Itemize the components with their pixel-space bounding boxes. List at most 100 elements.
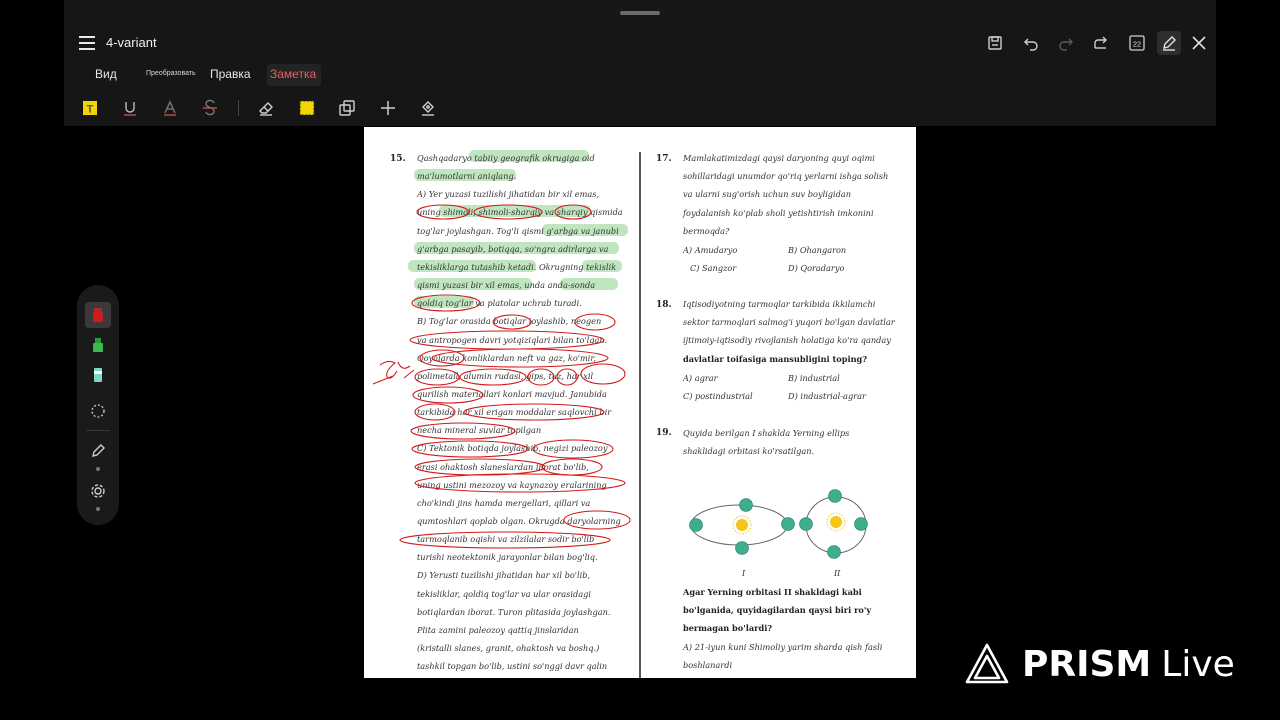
earth-icon <box>854 517 868 531</box>
question-number: 15. <box>390 154 406 164</box>
pencil-icon[interactable] <box>85 438 111 464</box>
text-line: Plita zamini paleozoy qattiq jinslaridan <box>417 624 579 635</box>
figure-label: II <box>834 569 841 578</box>
menu-note[interactable]: Заметка <box>270 67 316 81</box>
answer-option: C) postindustrial <box>683 391 753 401</box>
strikethrough-icon[interactable] <box>200 98 220 118</box>
watermark-text: PRISM Live <box>1022 643 1235 685</box>
answer-option: D) Qoradaryo <box>788 263 845 273</box>
text-line: polimetall, alumin rudasi, gips, tuz, ha… <box>417 370 594 381</box>
earth-icon <box>735 541 749 555</box>
text-line: davlatlar toifasiga mansubligini toping? <box>683 353 868 364</box>
red-pen-icon[interactable] <box>85 302 111 328</box>
add-icon[interactable] <box>378 98 398 118</box>
drag-handle[interactable] <box>620 11 660 15</box>
text-line: Qashqadaryo tabiiy geografik okrugiga oi… <box>417 153 595 163</box>
text-line: D) Yerusti tuzilishi jihatidan har xil b… <box>417 570 591 581</box>
text-line: qismi yuzasi bir xil emas, unda anda-son… <box>417 280 596 291</box>
settings-icon[interactable] <box>85 478 111 504</box>
answer-option: A) Amudaryo <box>683 245 738 255</box>
text-line: uning ustini mezozoy va kaynazoy eralari… <box>417 479 607 490</box>
text-line: botiqlardan iborat. Turon plitasida joyl… <box>417 606 611 617</box>
earth-icon <box>781 517 795 531</box>
eraser-icon[interactable] <box>256 98 276 118</box>
text-line: tog'lar joylashgan. Tog'li qismi g'arbga… <box>417 225 619 236</box>
annotation-toolbar: T <box>64 90 1216 126</box>
earth-icon <box>799 517 813 531</box>
q19-option-line: boshlanardi <box>683 660 733 670</box>
text-line: tarmoqlanib oqishi va zilzilalar sodir b… <box>417 534 595 545</box>
menu-row: Вид Преобразовать Правка Заметка <box>64 62 1216 88</box>
q19-line: shaklidagi orbitasi ko'rsatilgan. <box>683 446 815 456</box>
menu-edit[interactable]: Правка <box>210 67 251 81</box>
share-icon[interactable] <box>1089 31 1113 55</box>
document-title: 4-variant <box>106 35 157 50</box>
text-line: qumtoshlari qoplab olgan. Okrugda daryol… <box>417 516 621 526</box>
answer-option: D) industrial-agrar <box>788 391 866 401</box>
orbit-figure <box>689 489 868 559</box>
svg-text:T: T <box>87 104 94 116</box>
svg-text:22: 22 <box>1133 40 1141 49</box>
page-badge-icon[interactable]: 22 <box>1125 31 1149 55</box>
earth-icon <box>827 545 841 559</box>
question-number: 19. <box>656 428 672 438</box>
text-line: B) Tog'lar orasida botiqlar joylashib, n… <box>417 316 602 327</box>
close-icon[interactable] <box>1187 31 1211 55</box>
highlighter-icon[interactable]: T <box>80 98 100 118</box>
text-line: necha mineral suvlar topilgan <box>417 425 542 436</box>
answer-option: A) agrar <box>683 373 718 383</box>
lasso-icon[interactable] <box>85 398 111 424</box>
text-line: tekisliklar, qoldiq tog'lar va ular oras… <box>417 588 591 599</box>
q19-question-line: bo'lganida, quyidagilardan qaysi biri ro… <box>683 605 872 615</box>
answer-option: B) Ohangaron <box>788 245 847 255</box>
redo-icon[interactable] <box>1054 31 1078 55</box>
text-line: qoldiq tog'lar va platolar uchrab turadi… <box>417 298 582 309</box>
pdf-page[interactable]: 15. Qashqadaryo tabiiy geografik okrugig… <box>364 127 916 678</box>
earth-icon <box>689 518 703 532</box>
text-line: tekisliklarga tutashib ketadi. Okrugning… <box>417 261 617 272</box>
undo-icon[interactable] <box>1019 31 1043 55</box>
answer-option: C) Sangzor <box>690 263 737 273</box>
signature-icon[interactable] <box>418 98 438 118</box>
text-line: foydalanish ko'plab sholi yetishtirish i… <box>683 207 874 218</box>
q19-question-line: bermagan bo'lardi? <box>683 623 773 633</box>
green-pen-icon[interactable] <box>85 332 111 358</box>
save-icon[interactable] <box>983 31 1007 55</box>
q19-question-line: Agar Yerning orbitasi II shakldagi kabi <box>683 587 862 597</box>
text-line: bermoqda? <box>683 225 730 236</box>
settings-more-indicator <box>96 507 100 511</box>
text-color-icon[interactable] <box>160 98 180 118</box>
column-divider <box>639 152 641 678</box>
text-line: ijtimoiy-iqtisodiy rivojlanish holatiga … <box>683 335 891 346</box>
text-line: (kristalli slanes, granit, ohaktosh va b… <box>417 643 600 654</box>
prism-live-watermark: PRISM Live <box>964 642 1235 686</box>
edit-icon[interactable] <box>1157 31 1181 55</box>
text-line: ma'lumotlarni aniqlang. <box>417 171 517 182</box>
menu-convert[interactable]: Преобразовать <box>146 70 196 77</box>
earth-icon <box>739 498 753 512</box>
teal-pen-icon[interactable] <box>85 362 111 388</box>
text-line: sektor tarmoqlari salmog'i yuqori bo'lga… <box>683 317 895 328</box>
toolbar-divider <box>238 100 239 116</box>
earth-icon <box>828 489 842 503</box>
shapes-icon[interactable] <box>337 98 357 118</box>
text-line: Iqtisodiyotning tarmoqlar tarkibida ikki… <box>683 299 876 309</box>
menu-view[interactable]: Вид <box>95 67 117 81</box>
underline-icon[interactable] <box>120 98 140 118</box>
text-line: tarkibida har xil erigan moddalar saqlov… <box>417 407 612 418</box>
question-number: 18. <box>656 300 672 310</box>
hamburger-menu-icon[interactable] <box>77 32 97 54</box>
text-line: Mamlakatimizdagi qaysi daryoning quyi oq… <box>683 153 875 163</box>
q19-line: Quyida berilgan I shaklda Yerning ellips <box>683 428 850 438</box>
text-line: cho'kindi jins hamda mergellari, qillari… <box>417 497 591 508</box>
area-highlight-icon[interactable] <box>297 98 317 118</box>
text-line: g'arbga pasayib, botiqqa, so'ngra adirla… <box>417 243 609 254</box>
text-line: A) Yer yuzasi tuzilishi jihatidan bir xi… <box>417 189 600 200</box>
text-line: qurilish materiallari konlari mavjud. Ja… <box>417 388 607 399</box>
q19-option-line: A) 21-iyun kuni Shimoliy yarim sharda qi… <box>683 642 883 652</box>
side-divider <box>86 430 110 431</box>
sun-icon <box>826 512 846 532</box>
pencil-more-indicator <box>96 467 100 471</box>
title-row: 4-variant 22 <box>64 26 1216 60</box>
top-bar: 4-variant 22 Вид Преобразовать Правка За… <box>64 0 1216 126</box>
